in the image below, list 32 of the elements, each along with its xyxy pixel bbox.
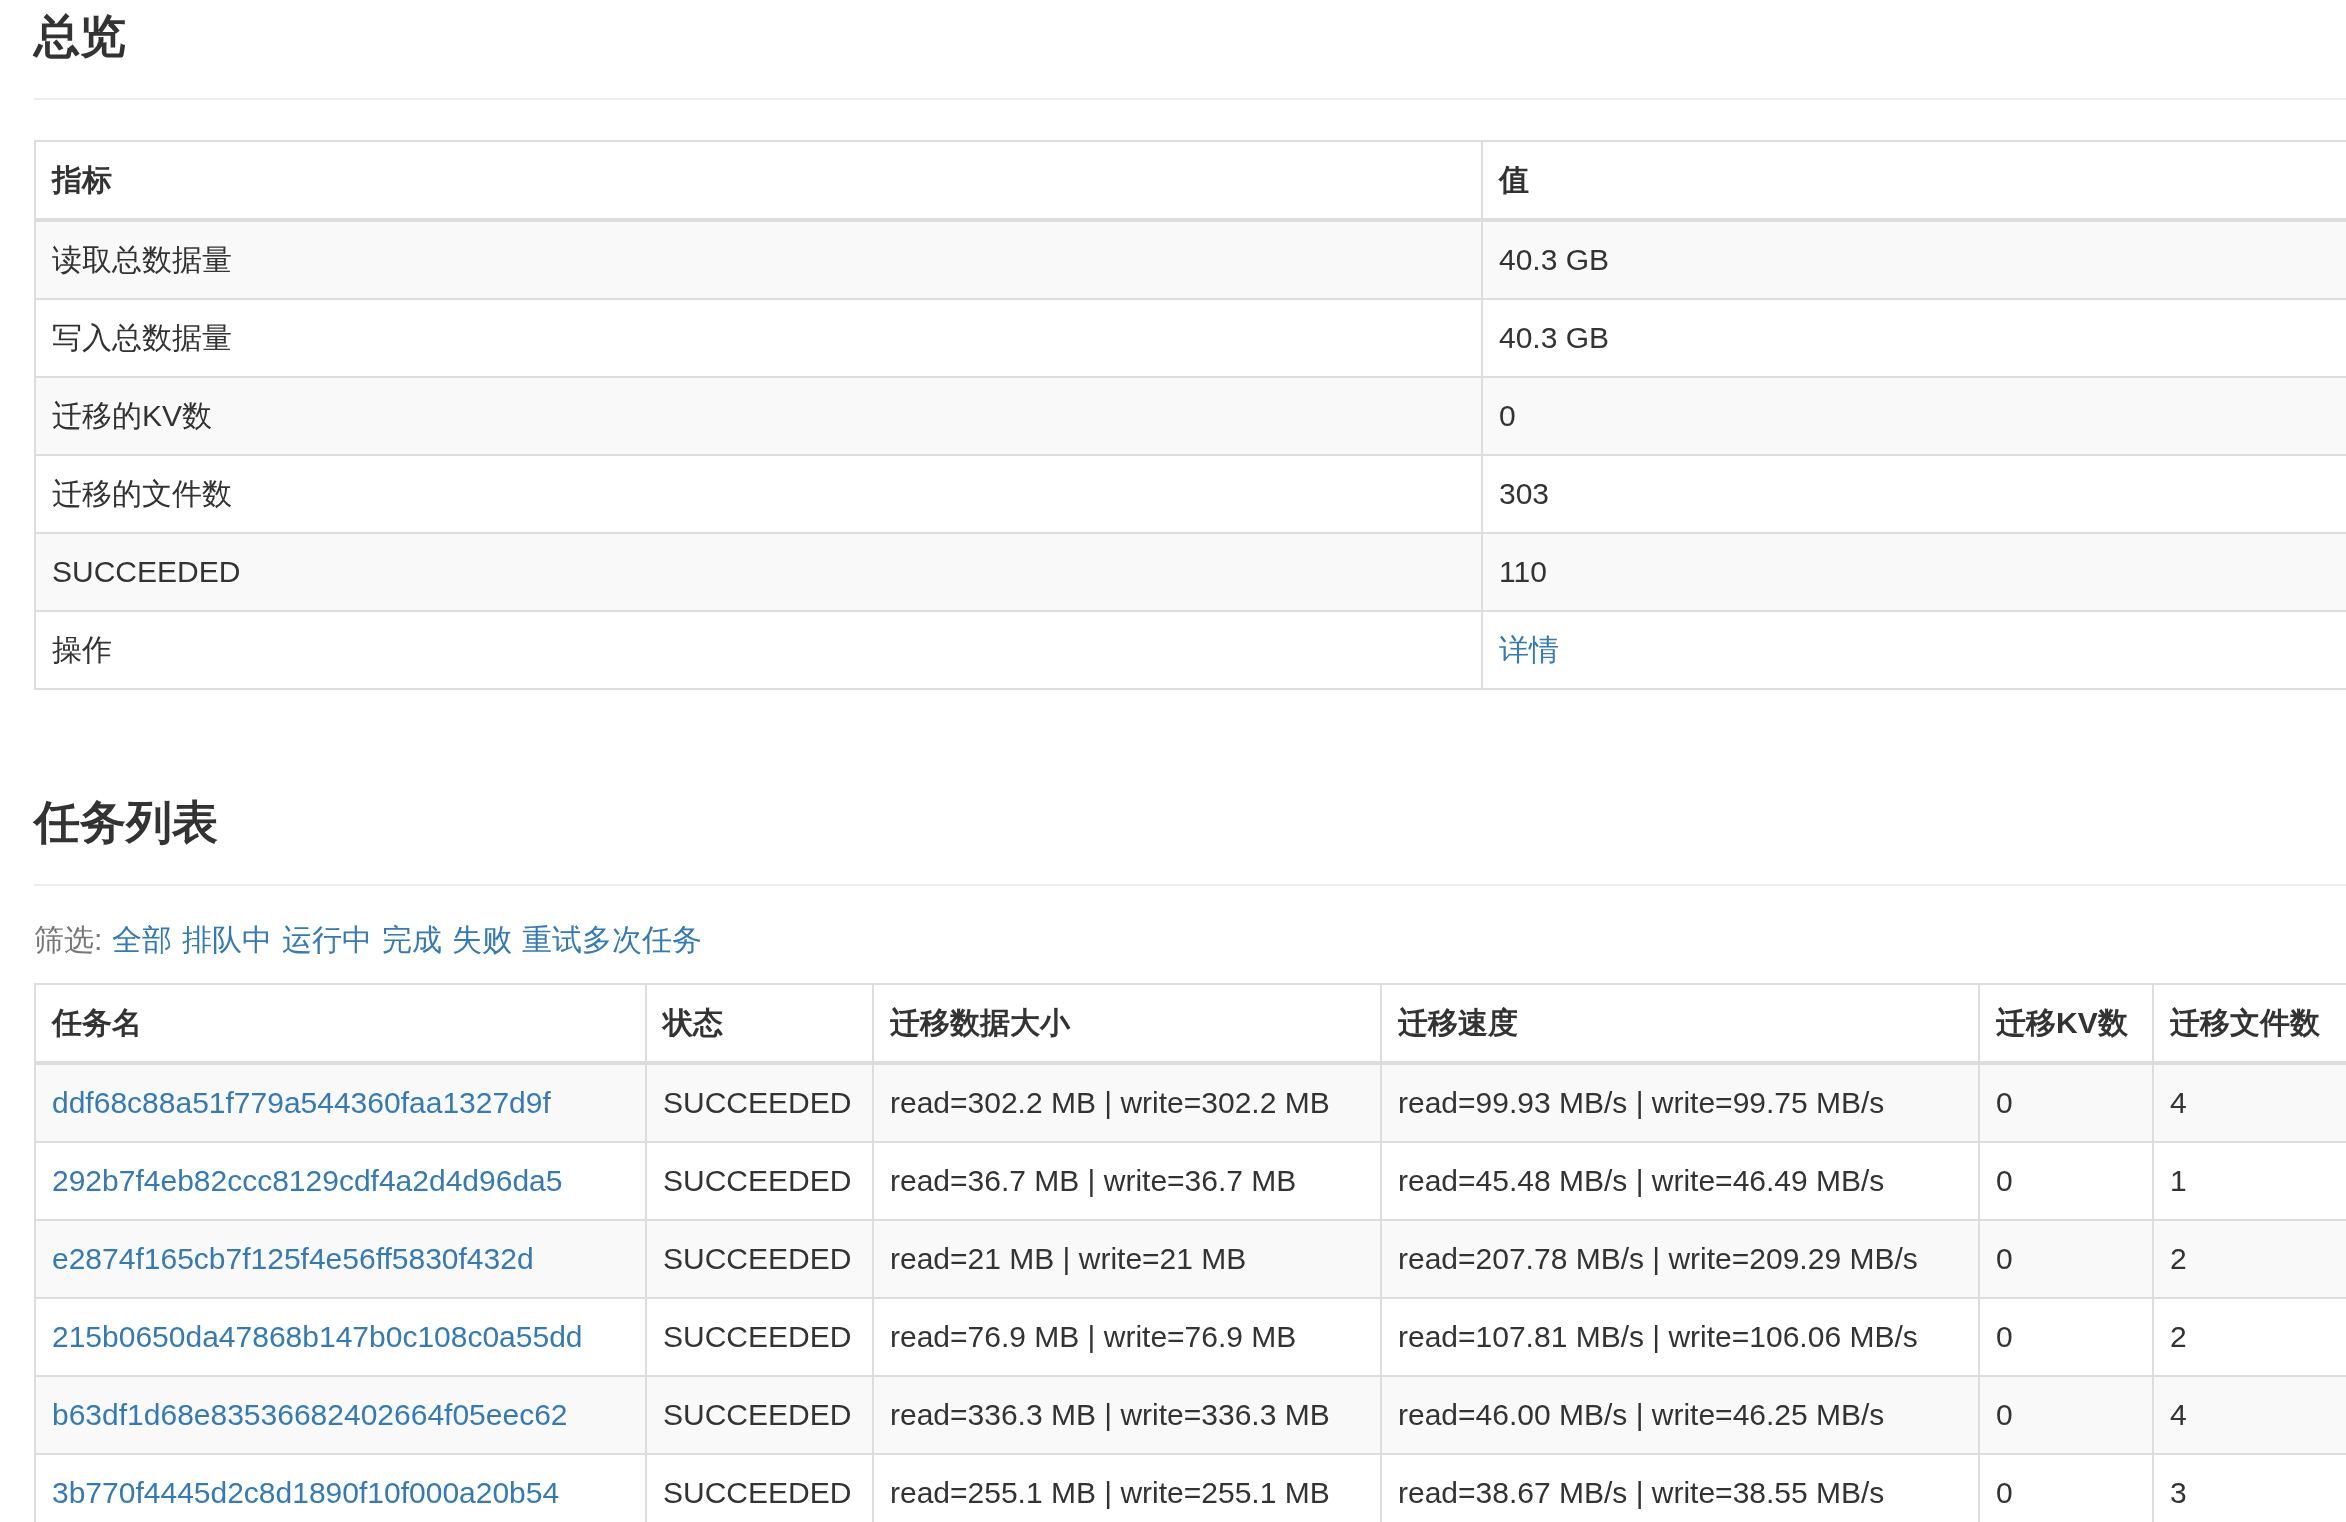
filter-link[interactable]: 全部 bbox=[112, 920, 173, 961]
table-cell: 0 bbox=[1979, 1220, 2153, 1298]
table-cell: 2 bbox=[2153, 1220, 2346, 1298]
table-cell: 读取总数据量 bbox=[35, 220, 1482, 299]
filter-link[interactable]: 运行中 bbox=[282, 920, 373, 961]
table-cell: SUCCEEDED bbox=[646, 1220, 873, 1298]
table-cell: read=46.00 MB/s | write=46.25 MB/s bbox=[1381, 1376, 1979, 1454]
table-cell: 0 bbox=[1979, 1063, 2153, 1142]
table-cell: SUCCEEDED bbox=[646, 1063, 873, 1142]
table-cell: read=99.93 MB/s | write=99.75 MB/s bbox=[1381, 1063, 1979, 1142]
filter-label: 筛选: bbox=[34, 922, 103, 958]
section-title: 任务列表 bbox=[34, 795, 219, 850]
filter-link[interactable]: 完成 bbox=[382, 920, 443, 961]
table-cell: 4 bbox=[2153, 1376, 2346, 1454]
table-cell: read=21 MB | write=21 MB bbox=[873, 1220, 1381, 1298]
table-cell: SUCCEEDED bbox=[646, 1376, 873, 1454]
filter-link[interactable]: 排队中 bbox=[182, 920, 273, 961]
table-cell: 40.3 GB bbox=[1482, 220, 2346, 299]
details-link[interactable]: 详情 bbox=[1499, 632, 1559, 666]
filter-link[interactable]: 失败 bbox=[452, 920, 513, 961]
table-cell: read=336.3 MB | write=336.3 MB bbox=[873, 1376, 1381, 1454]
table-cell: 4 bbox=[2153, 1063, 2346, 1142]
table-cell: read=207.78 MB/s | write=209.29 MB/s bbox=[1381, 1220, 1979, 1298]
filter-link[interactable]: 重试多次任务 bbox=[522, 920, 703, 961]
table-cell: 110 bbox=[1482, 533, 2346, 611]
section-title: 总览 bbox=[34, 9, 127, 64]
table-cell: 0 bbox=[1482, 377, 2346, 455]
table-cell: 迁移的KV数 bbox=[35, 377, 1482, 455]
table-cell: read=302.2 MB | write=302.2 MB bbox=[873, 1063, 1381, 1142]
table-cell: 操作 bbox=[35, 611, 1482, 689]
table-cell: 0 bbox=[1979, 1376, 2153, 1454]
table-cell: SUCCEEDED bbox=[35, 533, 1482, 611]
